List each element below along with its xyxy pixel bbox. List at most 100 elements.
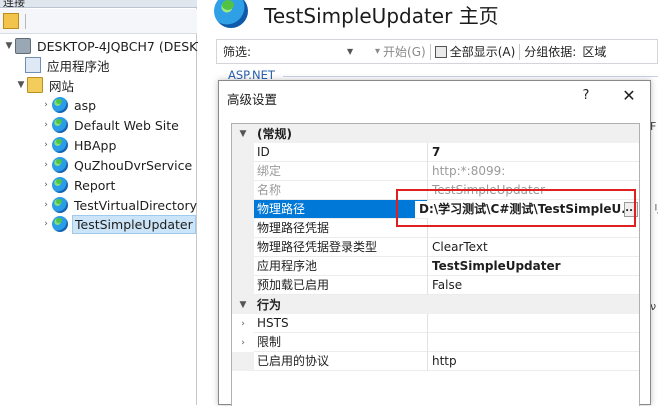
- connections-title: 连接: [3, 0, 25, 8]
- property-row[interactable]: › 限制: [232, 333, 639, 352]
- row-gutter: [232, 219, 254, 238]
- tree-node-label: DESKTOP-4JQBCH7 (DESKT: [37, 38, 205, 54]
- property-value: http:*:8099:: [428, 162, 639, 181]
- connections-header: 连接: [0, 0, 197, 8]
- property-value: [428, 314, 639, 333]
- property-row[interactable]: ID 7: [232, 143, 639, 162]
- property-value[interactable]: TestSimpleUpdater: [428, 257, 639, 276]
- tree-node-label: 网站: [49, 78, 75, 94]
- category-general[interactable]: ▼ (常规): [232, 124, 639, 143]
- expand-arrow-icon[interactable]: ›: [40, 140, 52, 150]
- expand-arrow-icon[interactable]: ›: [232, 314, 254, 333]
- site-globe-icon: [214, 0, 248, 28]
- property-value[interactable]: ClearText: [428, 238, 639, 257]
- tree-node-label: Default Web Site: [74, 117, 179, 133]
- property-value[interactable]: False: [428, 276, 639, 295]
- row-gutter: [232, 257, 254, 276]
- tree-node-site[interactable]: › QuZhouDvrService: [40, 155, 194, 175]
- collapse-arrow-icon[interactable]: ▼: [232, 295, 254, 314]
- property-row[interactable]: › HSTS: [232, 314, 639, 333]
- property-name: ID: [254, 143, 428, 162]
- help-button[interactable]: ?: [576, 86, 596, 106]
- row-gutter: [232, 276, 254, 295]
- expand-arrow-icon[interactable]: ›: [40, 200, 52, 210]
- row-gutter: [232, 352, 254, 371]
- globe-icon: [52, 117, 68, 133]
- category-behavior[interactable]: ▼ 行为: [232, 295, 639, 314]
- collapse-arrow-icon[interactable]: ▼: [3, 41, 15, 51]
- globe-icon: [52, 157, 68, 173]
- collapse-arrow-icon[interactable]: ▼: [232, 124, 254, 143]
- property-name: 预加载已启用: [254, 276, 428, 295]
- start-button-label: 开始(G): [383, 45, 426, 59]
- dialog-title: 高级设置: [227, 92, 278, 107]
- property-value[interactable]: 7: [428, 143, 639, 162]
- page-title: TestSimpleUpdater 主页: [264, 4, 499, 28]
- toolbar-separator: [25, 14, 26, 29]
- toolbar-separator: [519, 43, 521, 60]
- category-label: 行为: [257, 298, 282, 312]
- globe-icon: [52, 137, 68, 153]
- new-connection-icon[interactable]: [3, 13, 19, 29]
- property-name: 限制: [254, 333, 428, 352]
- globe-icon: [52, 197, 68, 213]
- group-by-label: 分组依据:: [524, 45, 577, 59]
- start-button[interactable]: ▾ 开始(G): [375, 43, 426, 60]
- globe-icon: [52, 97, 68, 113]
- expand-arrow-icon[interactable]: ›: [40, 100, 52, 110]
- app-pool-icon: [25, 57, 41, 73]
- property-row[interactable]: 已启用的协议 http: [232, 352, 639, 371]
- connections-toolbar: [0, 9, 197, 34]
- expand-arrow-icon[interactable]: ›: [40, 160, 52, 170]
- connections-panel: 连接 ▼ DESKTOP-4JQBCH7 (DESKT 应用程序池 ▼ 网站 ›…: [0, 0, 204, 405]
- property-row[interactable]: 物理路径凭据登录类型 ClearText: [232, 238, 639, 257]
- tree-node-site[interactable]: › Default Web Site: [40, 115, 181, 135]
- property-name: 物理路径凭据登录类型: [254, 238, 428, 257]
- expand-arrow-icon[interactable]: ›: [40, 180, 52, 190]
- filter-dropdown-icon[interactable]: ▼: [347, 47, 375, 56]
- tree-node-site-selected[interactable]: › TestSimpleUpdater: [40, 214, 196, 234]
- tree-node-site[interactable]: › asp: [40, 95, 98, 115]
- tree-node-label: 应用程序池: [47, 58, 110, 74]
- collapse-arrow-icon[interactable]: ▼: [15, 80, 27, 90]
- show-all-button[interactable]: 全部显示(A): [434, 43, 516, 60]
- property-value[interactable]: http: [428, 352, 639, 371]
- tree-node-label: HBApp: [74, 137, 117, 153]
- property-grid: ▼ (常规) ID 7 绑定 http:*:8099: 名称 TestSimpl…: [231, 123, 640, 406]
- globe-icon: [52, 177, 68, 193]
- tree-node-sites[interactable]: ▼ 网站: [15, 75, 76, 95]
- property-name: 应用程序池: [254, 257, 428, 276]
- tree-node-site[interactable]: › HBApp: [40, 135, 118, 155]
- property-value: [428, 333, 639, 352]
- funnel-icon: ▾: [375, 46, 381, 57]
- tree-node-site[interactable]: › Report: [40, 175, 117, 195]
- tree-node-site[interactable]: › TestVirtualDirectory: [40, 195, 199, 215]
- group-by-value[interactable]: 区域: [582, 43, 606, 60]
- expand-arrow-icon[interactable]: ›: [40, 120, 52, 130]
- tree-node-label: QuZhouDvrService: [74, 157, 193, 173]
- tree-node-server[interactable]: ▼ DESKTOP-4JQBCH7 (DESKT: [3, 36, 206, 56]
- highlight-callout-box: [396, 189, 636, 227]
- show-all-icon: [434, 45, 447, 58]
- property-row[interactable]: 应用程序池 TestSimpleUpdater: [232, 257, 639, 276]
- expand-arrow-icon[interactable]: ›: [40, 219, 52, 229]
- tree-node-label: TestVirtualDirectory: [74, 197, 198, 213]
- property-row[interactable]: 绑定 http:*:8099:: [232, 162, 639, 181]
- tree-node-label: asp: [74, 97, 97, 113]
- row-gutter: [232, 181, 254, 200]
- filter-label: 筛选:: [223, 45, 252, 59]
- tree-node-app-pools[interactable]: 应用程序池: [25, 55, 112, 75]
- server-icon: [15, 38, 31, 54]
- row-gutter: [232, 238, 254, 257]
- globe-icon: [52, 216, 68, 232]
- tree-node-label: Report: [74, 177, 116, 193]
- expand-arrow-icon[interactable]: ›: [232, 333, 254, 352]
- property-name: HSTS: [254, 314, 428, 333]
- row-gutter: [232, 162, 254, 181]
- close-button[interactable]: ✕: [618, 85, 640, 107]
- tree-node-label: TestSimpleUpdater: [72, 214, 196, 234]
- property-name: 绑定: [254, 162, 428, 181]
- show-all-label: 全部显示(A): [449, 45, 516, 59]
- row-gutter: [232, 200, 254, 219]
- property-row[interactable]: 预加载已启用 False: [232, 276, 639, 295]
